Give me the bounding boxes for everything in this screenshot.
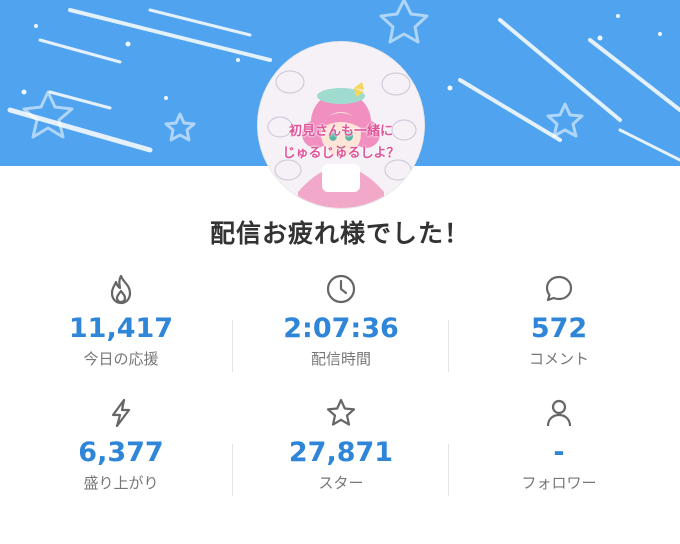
stat-stream-time-label: 配信時間 bbox=[310, 350, 371, 368]
stat-followers-value: - bbox=[553, 437, 565, 468]
stat-excitement-value: 6,377 bbox=[78, 437, 164, 468]
stat-comments-value: 572 bbox=[530, 313, 588, 344]
stat-followers-label: フォロワー bbox=[521, 474, 597, 492]
comment-bubble-icon bbox=[446, 272, 672, 306]
stat-support: 11,417 今日の応援 bbox=[8, 272, 234, 369]
stat-excitement: 6,377 盛り上がり bbox=[8, 396, 234, 493]
stat-comments-label: コメント bbox=[528, 350, 589, 368]
stat-followers: - フォロワー bbox=[446, 396, 672, 493]
clock-icon bbox=[228, 272, 454, 306]
stat-stars-value: 27,871 bbox=[288, 437, 394, 468]
avatar-caption-line1: 初見さんも一緒に bbox=[288, 124, 393, 139]
stat-support-label: 今日の応援 bbox=[83, 350, 159, 368]
star-icon bbox=[228, 396, 454, 430]
streamer-avatar: 初見さんも一緒に じゅるじゅるしよ？ bbox=[258, 42, 424, 208]
person-icon bbox=[446, 396, 672, 430]
stat-stars: 27,871 スター bbox=[228, 396, 454, 493]
flame-icon bbox=[8, 272, 234, 306]
stat-stream-time-value: 2:07:36 bbox=[283, 313, 399, 344]
lightning-icon bbox=[8, 396, 234, 430]
page-title: 配信お疲れ様でした！ bbox=[209, 219, 470, 248]
stat-excitement-label: 盛り上がり bbox=[83, 474, 159, 492]
avatar-caption-line2: じゅるじゅるしよ？ bbox=[282, 146, 400, 161]
stat-stream-time: 2:07:36 配信時間 bbox=[228, 272, 454, 369]
stat-stars-label: スター bbox=[318, 474, 364, 492]
stat-comments: 572 コメント bbox=[446, 272, 672, 369]
stat-support-value: 11,417 bbox=[68, 313, 174, 344]
